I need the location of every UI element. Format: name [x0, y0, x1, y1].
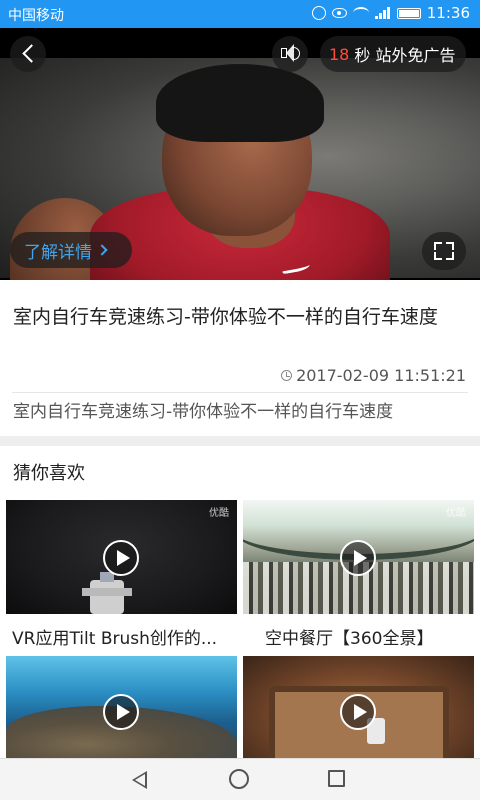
video-description: 室内自行车竞速练习-带你体验不一样的自行车速度 — [13, 402, 394, 422]
app-root: 中国移动 11:36 18 秒 站外免广告 了解详情 室内自行车竞速练习-带你体… — [0, 0, 480, 800]
ad-skip-label: 秒 站外免广告 — [354, 46, 456, 65]
video-title: 室内自行车竞速练习-带你体验不一样的自行车速度 — [13, 306, 438, 328]
divider — [12, 392, 468, 393]
signal-icon — [374, 7, 391, 19]
ad-countdown: 18 — [329, 44, 350, 64]
thumbnail-watermark: 优酷 — [446, 508, 466, 519]
recommend-card[interactable]: 优酷 VR应用Tilt Brush创作的... — [6, 500, 237, 650]
video-thumbnail[interactable]: 优酷 — [243, 500, 474, 614]
recommend-card[interactable] — [243, 656, 474, 770]
status-icons: 11:36 — [311, 4, 470, 22]
ad-skip-button[interactable]: 18 秒 站外免广告 — [320, 36, 466, 72]
chevron-right-icon — [96, 244, 108, 256]
video-athlete-hair — [156, 64, 324, 142]
recommend-section-title: 猜你喜欢 — [13, 463, 85, 484]
fullscreen-button[interactable] — [422, 232, 466, 270]
play-icon[interactable] — [103, 540, 139, 576]
video-thumbnail[interactable] — [6, 656, 237, 758]
section-divider — [0, 436, 480, 446]
eye-icon — [331, 8, 347, 18]
clock-icon — [281, 370, 293, 381]
play-icon[interactable] — [103, 694, 139, 730]
status-bar: 中国移动 11:36 — [0, 0, 480, 28]
publish-date: 2017-02-09 11:51:21 — [296, 366, 466, 385]
fullscreen-icon — [434, 242, 442, 250]
nav-recents-icon[interactable] — [328, 770, 345, 787]
nav-back-icon[interactable] — [132, 771, 147, 789]
carrier-label: 中国移动 — [8, 8, 64, 24]
recommend-card[interactable]: 优酷 空中餐厅【360全景】 — [243, 500, 474, 650]
learn-more-button[interactable]: 了解详情 — [10, 232, 132, 268]
wifi-icon — [352, 7, 369, 19]
clock-time: 11:36 — [426, 4, 470, 22]
video-thumbnail[interactable] — [243, 656, 474, 758]
play-icon[interactable] — [340, 540, 376, 576]
thumbnail-watermark: 优酷 — [209, 508, 229, 519]
battery-icon — [396, 7, 421, 19]
back-button[interactable] — [10, 36, 46, 72]
thumbnail-robot — [82, 572, 132, 614]
system-nav-bar — [0, 758, 480, 800]
recommend-card-title[interactable]: VR应用Tilt Brush创作的... — [12, 624, 234, 649]
learn-more-label: 了解详情 — [24, 242, 92, 263]
video-thumbnail[interactable]: 优酷 — [6, 500, 237, 614]
recommend-card[interactable] — [6, 656, 237, 770]
video-player[interactable]: 18 秒 站外免广告 了解详情 — [0, 28, 480, 280]
recommend-card-title[interactable]: 空中餐厅【360全景】 — [265, 624, 480, 649]
alarm-icon — [311, 6, 326, 20]
publish-date-row: 2017-02-09 11:51:21 — [281, 366, 466, 385]
volume-button[interactable] — [272, 36, 308, 72]
play-icon[interactable] — [340, 694, 376, 730]
nav-home-icon[interactable] — [229, 769, 249, 789]
